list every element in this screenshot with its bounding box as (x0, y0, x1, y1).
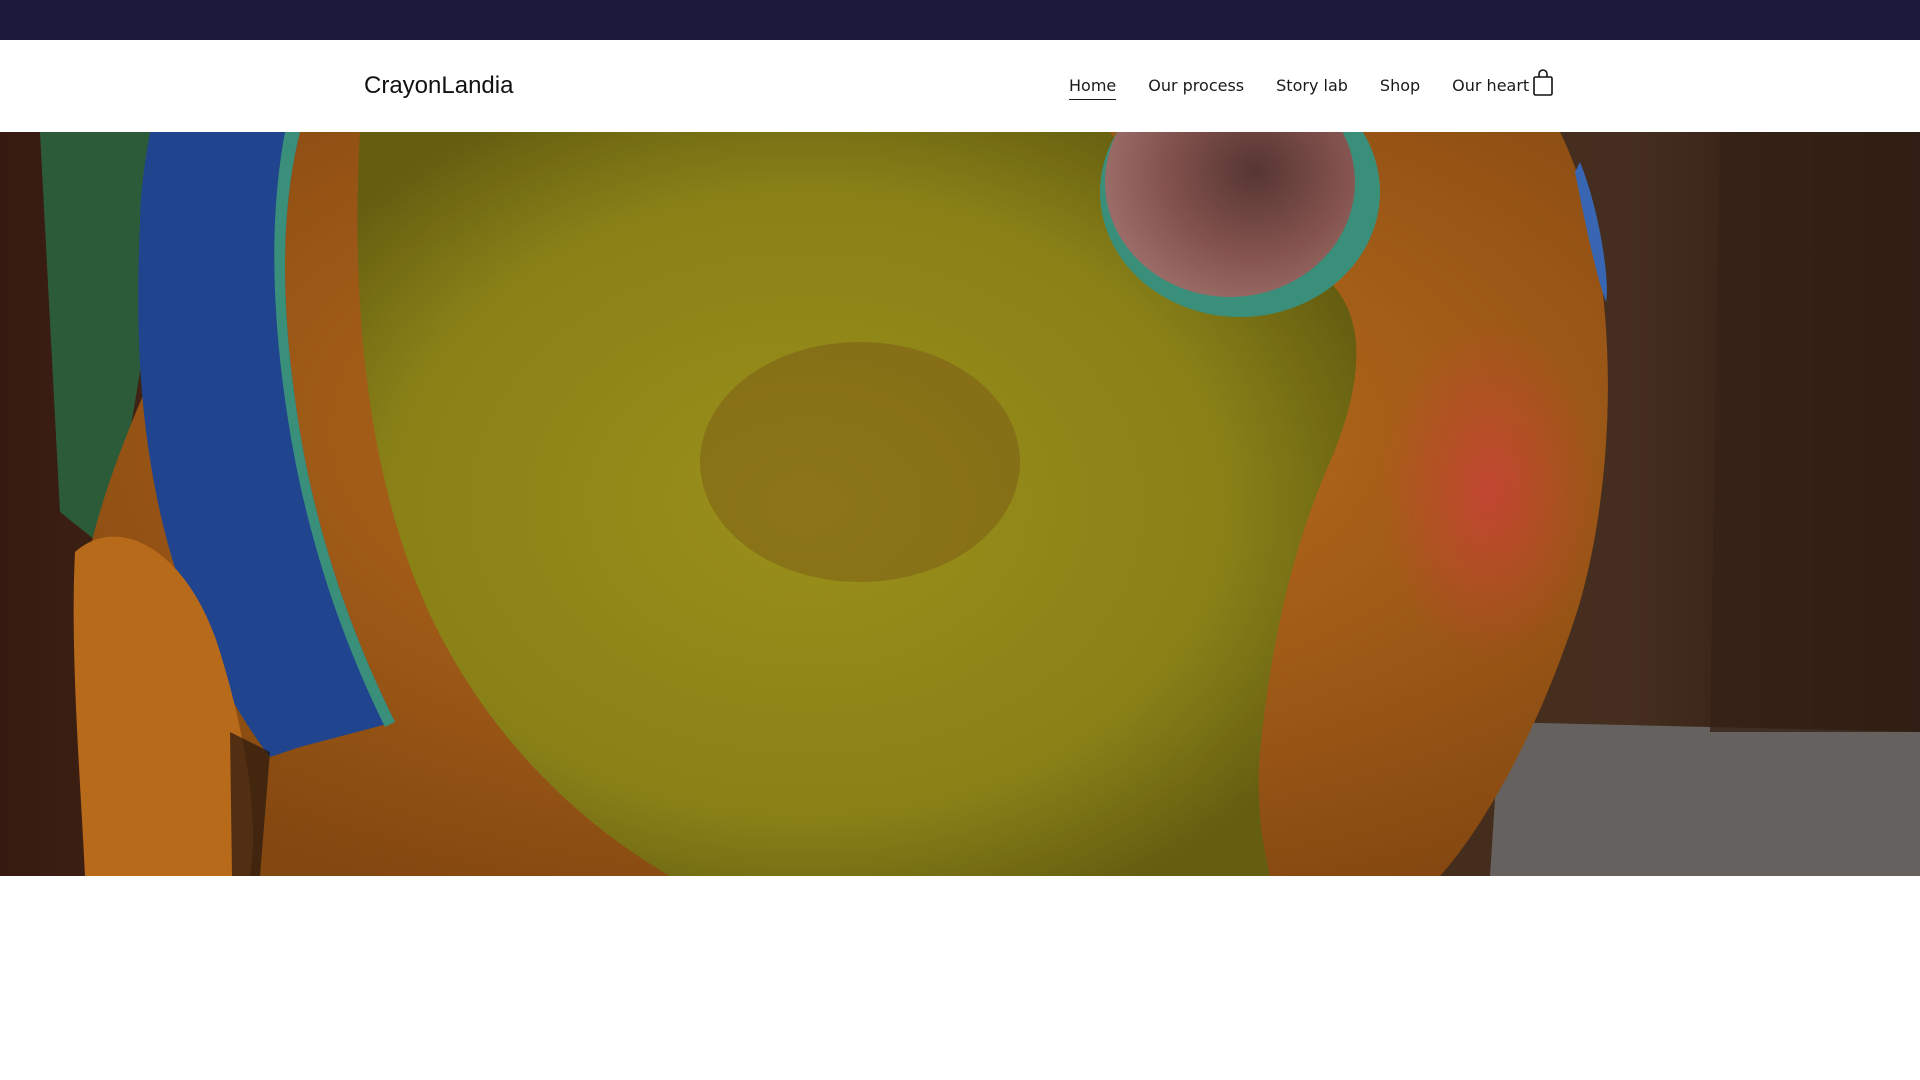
hero-image (0, 132, 1920, 876)
cart-button[interactable] (1531, 68, 1555, 98)
shopping-bag-icon (1533, 69, 1553, 96)
page-content-area (0, 876, 1920, 1080)
announcement-bar (0, 0, 1920, 40)
nav-link-shop[interactable]: Shop (1380, 75, 1420, 97)
hero-sculpture-illustration (0, 132, 1920, 876)
nav-link-home[interactable]: Home (1069, 75, 1117, 100)
main-nav: Home Our process Story lab Shop Our hear… (1069, 75, 1561, 100)
nav-link-our-heart[interactable]: Our heart (1452, 75, 1529, 97)
site-header: CrayonLandia Home Our process Story lab … (0, 40, 1920, 132)
nav-link-story-lab[interactable]: Story lab (1276, 75, 1348, 97)
site-logo[interactable]: CrayonLandia (364, 72, 513, 100)
nav-link-our-process[interactable]: Our process (1148, 75, 1244, 97)
